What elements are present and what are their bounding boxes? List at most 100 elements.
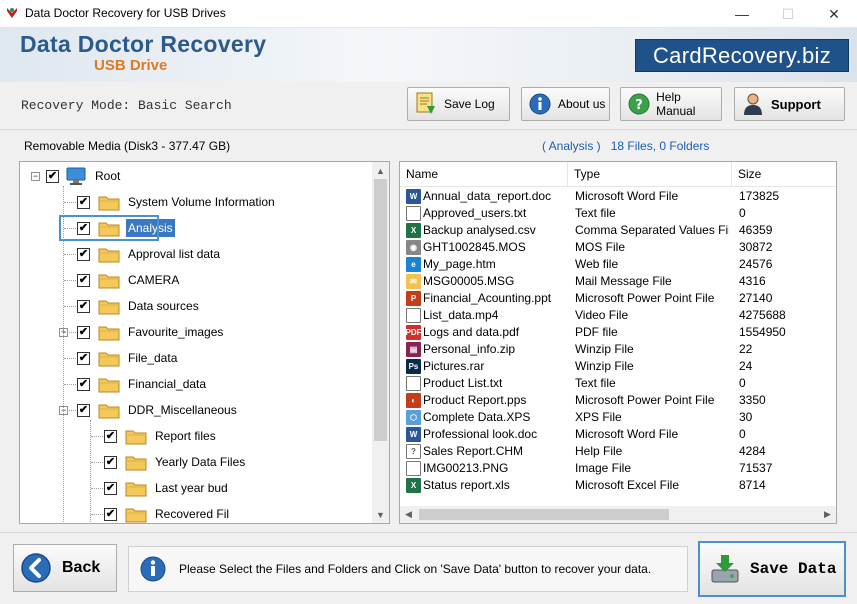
tree-vertical-scrollbar[interactable]: ▲ ▼ [372, 162, 389, 523]
tree-checkbox[interactable]: ✔ [104, 481, 117, 495]
computer-icon [66, 167, 86, 185]
tree-checkbox[interactable]: ✔ [104, 507, 117, 521]
column-type-header[interactable]: Type [568, 162, 732, 187]
column-name-header[interactable]: Name [400, 162, 568, 187]
file-name: Product Report.pps [423, 393, 527, 407]
tree-item[interactable]: ✔ Approval list data [77, 242, 222, 266]
scroll-right-arrow-icon[interactable]: ▶ [819, 506, 836, 523]
tree-item[interactable]: − ✔ DDR_Miscellaneous [59, 398, 239, 422]
tree-checkbox[interactable]: ✔ [77, 273, 90, 287]
tree-item-label: DDR_Miscellaneous [128, 403, 237, 417]
file-row[interactable]: X Backup analysed.csv Comma Separated Valu… [400, 222, 836, 239]
tree-checkbox[interactable]: ✔ [77, 247, 90, 261]
tree-item[interactable]: ✔ System Volume Information [77, 190, 277, 214]
minimize-button[interactable]: — [719, 0, 765, 28]
folder-tree[interactable]: ▲ ▼ − ✔ Root ✔ System Volume Information ✔ Ana… [19, 161, 390, 524]
close-button[interactable]: ✕ [811, 0, 857, 28]
file-row[interactable]: e My_page.htm Web file 24576 [400, 256, 836, 273]
svg-text:?: ? [635, 98, 643, 113]
list-header: Name Type Size [400, 162, 836, 187]
brand-title: Data Doctor Recovery [20, 31, 267, 57]
tree-checkbox[interactable]: ✔ [77, 351, 90, 365]
file-row[interactable]: PDF Logs and data.pdf PDF file 1554950 [400, 324, 836, 341]
file-name: Complete Data.XPS [423, 410, 531, 424]
file-row[interactable]: Product List.txt Text file 0 [400, 375, 836, 392]
tree-item-label: System Volume Information [128, 195, 275, 209]
tree-connector-line [64, 202, 76, 203]
file-row[interactable]: ▤ Personal_info.zip Winzip File 22 [400, 341, 836, 358]
tree-checkbox[interactable]: ✔ [104, 455, 117, 469]
file-name: List_data.mp4 [423, 308, 499, 322]
file-row[interactable]: ◐ Product Report.pps Microsoft Power Point… [400, 392, 836, 409]
save-log-button[interactable]: Save Log [407, 87, 510, 121]
file-size: 1554950 [739, 325, 786, 339]
tree-checkbox[interactable]: ✔ [104, 429, 117, 443]
file-name: Product List.txt [423, 376, 503, 390]
file-size: 27140 [739, 291, 773, 305]
tree-item[interactable]: ✔ Financial_data [77, 372, 208, 396]
tree-checkbox[interactable]: ✔ [46, 169, 59, 183]
tree-connector-line [64, 332, 76, 333]
tree-checkbox[interactable]: ✔ [77, 299, 90, 313]
scroll-left-arrow-icon[interactable]: ◀ [400, 506, 417, 523]
file-row[interactable]: ◉ GHT1002845.MOS MOS File 30872 [400, 239, 836, 256]
tree-item[interactable]: ✔ Data sources [77, 294, 201, 318]
file-type: XPS File [575, 410, 622, 424]
file-name: Sales Report.CHM [423, 444, 524, 458]
tree-item[interactable]: ✔ Report files [104, 424, 218, 448]
list-scroll-thumb[interactable] [419, 509, 669, 520]
file-row[interactable]: P Financial_Acounting.ppt Microsoft Power … [400, 290, 836, 307]
window-title: Data Doctor Recovery for USB Drives [25, 6, 226, 20]
file-row[interactable]: ⬡ Complete Data.XPS XPS File 30 [400, 409, 836, 426]
tree-connector-line [64, 384, 76, 385]
file-row[interactable]: W Annual_data_report.doc Microsoft Word Fi… [400, 188, 836, 205]
tree-item-label: CAMERA [128, 273, 180, 287]
about-us-button[interactable]: About us [521, 87, 610, 121]
tree-scroll-thumb[interactable] [374, 179, 387, 441]
file-row[interactable]: X Status report.xls Microsoft Excel File 87… [400, 477, 836, 494]
file-row[interactable]: Ps Pictures.rar Winzip File 24 [400, 358, 836, 375]
file-row[interactable]: List_data.mp4 Video File 4275688 [400, 307, 836, 324]
folder-icon [125, 506, 147, 523]
tree-connector-line [64, 306, 76, 307]
mail-icon: ✉ [406, 274, 421, 289]
website-logo[interactable]: CardRecovery.biz [635, 39, 849, 72]
back-button[interactable]: Back [13, 544, 117, 592]
folder-icon [98, 298, 120, 315]
scroll-up-arrow-icon[interactable]: ▲ [372, 162, 389, 179]
save-data-button[interactable]: Save Data [698, 541, 846, 597]
tree-item[interactable]: ✔ Yearly Data Files [104, 450, 247, 474]
help-manual-label: Help Manual [656, 90, 696, 118]
tree-item[interactable]: ✔ Analysis [59, 215, 175, 241]
tree-checkbox[interactable]: ✔ [77, 403, 90, 417]
file-row[interactable]: ✉ MSG00005.MSG Mail Message File 4316 [400, 273, 836, 290]
tree-item[interactable]: ✔ Last year bud [104, 476, 230, 500]
file-row[interactable]: ? Sales Report.CHM Help File 4284 [400, 443, 836, 460]
tree-item[interactable]: ✔ CAMERA [77, 268, 181, 292]
collapse-toggle-icon[interactable]: − [31, 172, 40, 181]
maximize-button[interactable]: ☐ [765, 0, 811, 28]
pdf-icon: PDF [406, 325, 422, 340]
file-row[interactable]: W Professional look.doc Microsoft Word Fil… [400, 426, 836, 443]
file-row[interactable]: IMG00213.PNG Image File 71537 [400, 460, 836, 477]
tree-checkbox[interactable]: ✔ [77, 377, 90, 391]
tree-item[interactable]: + ✔ Favourite_images [59, 320, 225, 344]
tree-checkbox[interactable]: ✔ [77, 325, 90, 339]
tree-root[interactable]: − ✔ Root [31, 164, 122, 188]
scroll-down-arrow-icon[interactable]: ▼ [372, 506, 389, 523]
tree-item[interactable]: ✔ Recovered Fil [104, 502, 231, 523]
video-file-icon [406, 308, 421, 323]
file-size: 173825 [739, 189, 780, 203]
file-row[interactable]: Approved_users.txt Text file 0 [400, 205, 836, 222]
file-list[interactable]: Name Type Size ◀ ▶ W Annual_data_report.d… [399, 161, 837, 524]
file-size: 0 [739, 427, 746, 441]
file-size: 3350 [739, 393, 766, 407]
tree-connector-line [91, 462, 103, 463]
column-size-header[interactable]: Size [732, 162, 836, 187]
tree-item-label: Recovered Fil [155, 507, 230, 521]
list-horizontal-scrollbar[interactable]: ◀ ▶ [400, 506, 836, 523]
help-manual-button[interactable]: ? Help Manual [620, 87, 722, 121]
support-button[interactable]: Support [734, 87, 845, 121]
tree-checkbox[interactable]: ✔ [77, 195, 90, 209]
tree-item[interactable]: ✔ File_data [77, 346, 179, 370]
